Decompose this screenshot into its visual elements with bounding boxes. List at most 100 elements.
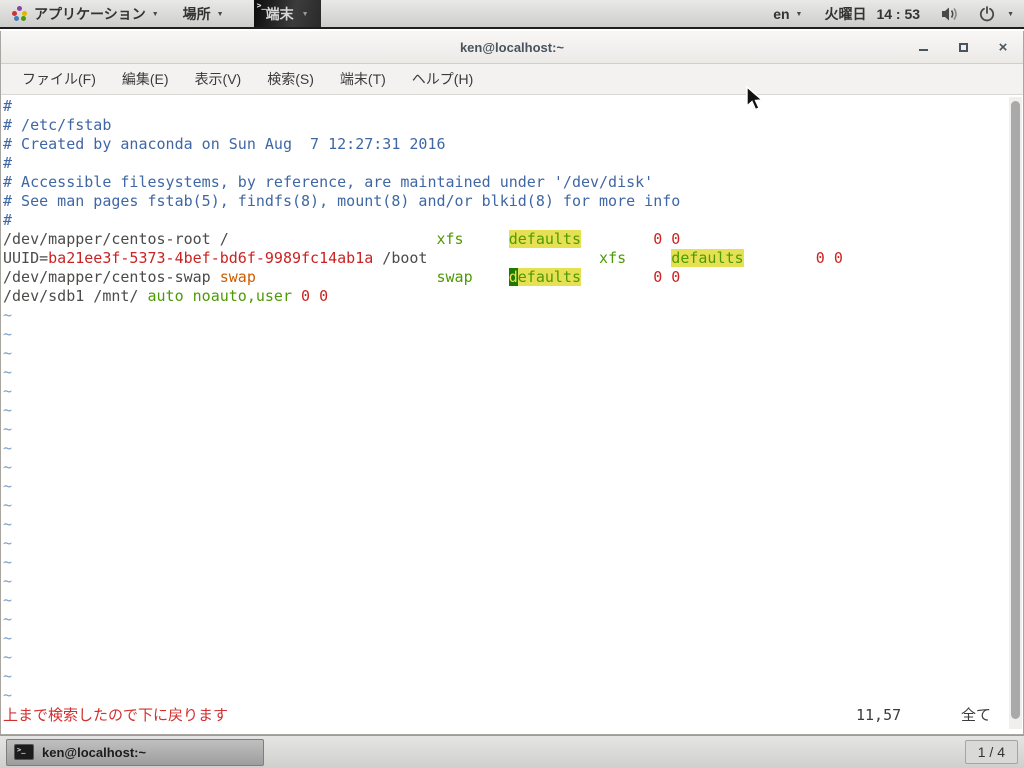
menubar-item[interactable]: ファイル(F) xyxy=(9,64,109,94)
vim-line: ~ xyxy=(3,325,843,344)
vim-segment-tilde: ~ xyxy=(3,344,13,362)
taskbar-window-button[interactable]: ken@localhost:~ xyxy=(6,738,264,766)
places-menu[interactable]: 場所 ▼ xyxy=(171,0,236,27)
applications-menu[interactable]: アプリケーション ▼ xyxy=(0,0,171,27)
vim-segment-comment: # See man pages fstab(5), findfs(8), mou… xyxy=(3,192,681,210)
vim-segment-tilde: ~ xyxy=(3,553,13,571)
vim-segment-cursor: d xyxy=(508,268,518,286)
vim-segment-tilde: ~ xyxy=(3,420,13,438)
vim-segment-tilde: ~ xyxy=(3,401,13,419)
keyboard-layout-indicator[interactable]: en ▼ xyxy=(764,6,811,22)
places-menu-label: 場所 xyxy=(182,5,211,22)
chevron-down-icon: ▼ xyxy=(216,11,224,18)
vim-line: ~ xyxy=(3,306,843,325)
window-title: ken@localhost:~ xyxy=(459,39,565,55)
vim-line: ~ xyxy=(3,686,843,705)
panel-status-area: en ▼ 火曜日 14 : 53 ▼ xyxy=(764,4,1024,24)
vim-line: # xyxy=(3,97,843,116)
terminal-screen[interactable]: # # /etc/fstab # Created by anaconda on Su… xyxy=(1,95,1023,732)
vim-segment-comment: # xyxy=(3,97,13,115)
menubar-item[interactable]: 端末(T) xyxy=(327,64,399,94)
vim-line: UUID=ba21ee3f-5373-4bef-bd6f-9989fc14ab1… xyxy=(3,249,843,268)
maximize-button[interactable] xyxy=(955,39,971,55)
vim-cursor-position: 11,57 xyxy=(856,706,902,724)
vim-segment-text: UUID= xyxy=(3,249,49,267)
vim-line: # Created by anaconda on Sun Aug 7 12:27… xyxy=(3,135,843,154)
taskbar: ken@localhost:~ 1 / 4 xyxy=(0,735,1024,768)
vim-segment-hl: defaults xyxy=(671,249,744,267)
vim-line: # See man pages fstab(5), findfs(8), mou… xyxy=(3,192,843,211)
scrollbar-thumb[interactable] xyxy=(1011,101,1020,719)
vim-line: # /etc/fstab xyxy=(3,116,843,135)
vim-segment-red: 0 0 xyxy=(653,268,681,286)
vim-segment-green: auto noauto,user xyxy=(147,287,293,305)
menubar-item[interactable]: 編集(E) xyxy=(109,64,182,94)
vim-line: ~ xyxy=(3,572,843,591)
speaker-icon[interactable] xyxy=(933,6,967,22)
vim-line: /dev/mapper/centos-root / xfs defaults 0… xyxy=(3,230,843,249)
vim-line: ~ xyxy=(3,553,843,572)
vim-segment-text: /boot xyxy=(373,249,428,267)
vim-line: ~ xyxy=(3,591,843,610)
vim-segment-comment: # xyxy=(3,154,13,172)
active-app-label: 端末 xyxy=(265,5,294,22)
minimize-button[interactable] xyxy=(915,39,931,55)
vim-line: ~ xyxy=(3,344,843,363)
vim-file-scope: 全て xyxy=(961,706,992,724)
clock-day: 火曜日 xyxy=(824,5,867,22)
clock-time: 14 : 53 xyxy=(876,5,921,22)
vim-segment-green: xfs xyxy=(599,249,627,267)
vim-segment-tilde: ~ xyxy=(3,515,13,533)
keyboard-layout-label: en xyxy=(773,5,790,22)
close-button[interactable]: × xyxy=(995,39,1011,56)
clock[interactable]: 火曜日 14 : 53 xyxy=(815,4,929,24)
menubar-item[interactable]: 検索(S) xyxy=(254,64,327,94)
vim-line: ~ xyxy=(3,610,843,629)
terminal-icon xyxy=(14,744,34,760)
vim-line: ~ xyxy=(3,439,843,458)
active-app-menu-terminal[interactable]: >_ 端末 ▼ xyxy=(253,0,321,27)
vim-line: ~ xyxy=(3,382,843,401)
vim-line: ~ xyxy=(3,534,843,553)
vim-segment-tilde: ~ xyxy=(3,477,13,495)
titlebar[interactable]: ken@localhost:~ × xyxy=(1,31,1023,64)
vim-segment-comment: # Created by anaconda on Sun Aug 7 12:27… xyxy=(3,135,446,153)
power-icon[interactable] xyxy=(971,5,1003,22)
window-controls: × xyxy=(915,31,1011,63)
scrollbar[interactable] xyxy=(1009,97,1022,729)
chevron-down-icon: ▼ xyxy=(301,11,309,18)
chevron-down-icon[interactable]: ▼ xyxy=(1007,11,1014,18)
vim-segment-text xyxy=(292,287,301,305)
vim-line: ~ xyxy=(3,458,843,477)
vim-segment-text xyxy=(581,230,653,248)
vim-line: ~ xyxy=(3,515,843,534)
vim-segment-comment: # Accessible filesystems, by reference, … xyxy=(3,173,654,191)
vim-segment-red: 0 0 xyxy=(815,249,843,267)
menubar-item[interactable]: 表示(V) xyxy=(182,64,255,94)
vim-segment-text: /dev/mapper/centos-swap xyxy=(3,268,220,286)
vim-segment-tilde: ~ xyxy=(3,439,13,457)
vim-segment-text: /dev/sdb1 /mnt/ xyxy=(3,287,148,305)
workspace-pager[interactable]: 1 / 4 xyxy=(964,740,1018,764)
vim-segment-text: /dev/mapper/centos-root / xyxy=(3,230,437,248)
vim-segment-text xyxy=(464,230,509,248)
vim-segment-tilde: ~ xyxy=(3,363,13,381)
vim-segment-tilde: ~ xyxy=(3,591,13,609)
vim-segment-tilde: ~ xyxy=(3,572,13,590)
vim-segment-red: 0 0 xyxy=(653,230,681,248)
vim-segment-green: swap xyxy=(436,268,473,286)
vim-line: /dev/mapper/centos-swap swap swap defaul… xyxy=(3,268,843,287)
vim-segment-text xyxy=(581,268,653,286)
vim-line: ~ xyxy=(3,401,843,420)
vim-line: ~ xyxy=(3,629,843,648)
vim-segment-text xyxy=(626,249,671,267)
vim-segment-text xyxy=(744,249,816,267)
vim-segment-tilde: ~ xyxy=(3,534,13,552)
vim-segment-tilde: ~ xyxy=(3,382,13,400)
vim-search-message: 上まで検索したので下に戻ります xyxy=(3,706,229,724)
vim-line: # Accessible filesystems, by reference, … xyxy=(3,173,843,192)
menubar-item[interactable]: ヘルプ(H) xyxy=(399,64,486,94)
terminal-window: ken@localhost:~ × ファイル(F) 編集(E) 表示(V) 検索(S)… xyxy=(0,31,1024,735)
terminal-icon: >_ xyxy=(256,1,267,10)
vim-segment-text xyxy=(427,249,599,267)
